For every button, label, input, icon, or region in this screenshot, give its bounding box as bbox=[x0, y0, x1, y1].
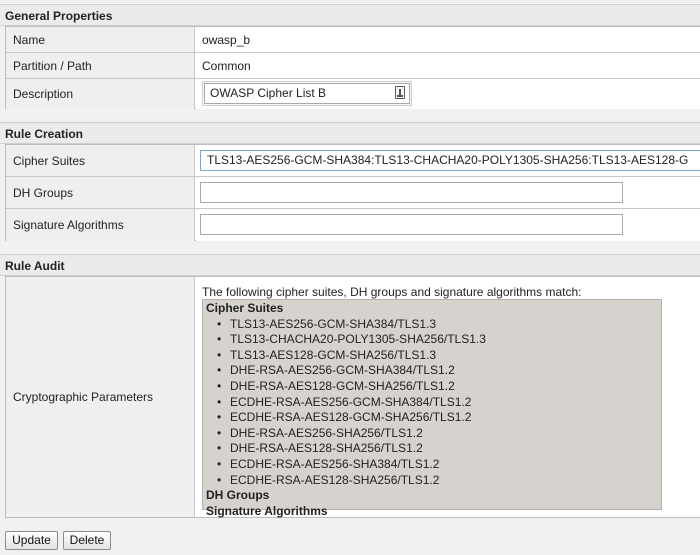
description-field-wrapper: OWASP Cipher List B bbox=[202, 81, 412, 106]
description-input[interactable]: OWASP Cipher List B bbox=[204, 83, 410, 104]
description-label: Description bbox=[6, 79, 195, 109]
signature-algorithms-cell bbox=[196, 209, 700, 241]
list-item: DHE-RSA-AES256-GCM-SHA384/TLS1.2 bbox=[206, 363, 658, 379]
list-item: TLS13-AES256-GCM-SHA384/TLS1.3 bbox=[206, 317, 658, 333]
cipher-suites-input[interactable]: TLS13-AES256-GCM-SHA384:TLS13-CHACHA20-P… bbox=[200, 150, 700, 171]
name-label: Name bbox=[6, 27, 195, 52]
list-item: DHE-RSA-AES256-SHA256/TLS1.2 bbox=[206, 426, 658, 442]
partition-value: Common bbox=[196, 53, 700, 78]
dh-groups-label: DH Groups bbox=[6, 177, 195, 208]
general-properties-header: General Properties bbox=[0, 4, 700, 26]
audit-intro-text: The following cipher suites, DH groups a… bbox=[202, 285, 582, 299]
cipher-suites-label: Cipher Suites bbox=[6, 145, 195, 176]
signature-algorithms-heading: Signature Algorithms bbox=[206, 503, 328, 518]
rule-audit-header: Rule Audit bbox=[0, 254, 700, 276]
cipher-suites-list: TLS13-AES256-GCM-SHA384/TLS1.3 TLS13-CHA… bbox=[206, 317, 658, 489]
partition-row: Partition / Path Common bbox=[6, 53, 700, 79]
delete-button[interactable]: Delete bbox=[63, 531, 111, 550]
audit-results-box: Cipher Suites TLS13-AES256-GCM-SHA384/TL… bbox=[202, 299, 662, 518]
list-item: TLS13-CHACHA20-POLY1305-SHA256/TLS1.3 bbox=[206, 332, 658, 348]
list-item: ECDHE-RSA-AES128-SHA256/TLS1.2 bbox=[206, 473, 658, 489]
dh-groups-heading: DH Groups bbox=[206, 488, 270, 503]
list-item: DHE-RSA-AES128-SHA256/TLS1.2 bbox=[206, 441, 658, 457]
rule-creation-header: Rule Creation bbox=[0, 122, 700, 144]
expand-edit-icon[interactable] bbox=[395, 86, 405, 99]
general-properties-table: Name owasp_b Partition / Path Common Des… bbox=[5, 26, 700, 109]
signature-algorithms-label: Signature Algorithms bbox=[6, 209, 195, 241]
crypto-params-row: Cryptographic Parameters The following c… bbox=[6, 277, 700, 518]
signature-algorithms-row: Signature Algorithms bbox=[6, 209, 700, 241]
cipher-suites-row: Cipher Suites TLS13-AES256-GCM-SHA384:TL… bbox=[6, 145, 700, 177]
list-item: ECDHE-RSA-AES256-GCM-SHA384/TLS1.2 bbox=[206, 395, 658, 411]
partition-label: Partition / Path bbox=[6, 53, 195, 78]
rule-creation-table: Cipher Suites TLS13-AES256-GCM-SHA384:TL… bbox=[5, 144, 700, 241]
description-cell: OWASP Cipher List B bbox=[196, 79, 700, 109]
signature-algorithms-input[interactable] bbox=[200, 214, 623, 235]
crypto-params-label: Cryptographic Parameters bbox=[6, 277, 195, 517]
rule-audit-table: Cryptographic Parameters The following c… bbox=[5, 276, 700, 518]
description-row: Description OWASP Cipher List B bbox=[6, 79, 700, 109]
cipher-suites-heading: Cipher Suites bbox=[206, 301, 284, 315]
dh-groups-cell bbox=[196, 177, 700, 208]
list-item: ECDHE-RSA-AES256-SHA384/TLS1.2 bbox=[206, 457, 658, 473]
crypto-params-cell: The following cipher suites, DH groups a… bbox=[196, 277, 700, 518]
name-value: owasp_b bbox=[196, 27, 700, 52]
list-item: DHE-RSA-AES128-GCM-SHA256/TLS1.2 bbox=[206, 379, 658, 395]
list-item: TLS13-AES128-GCM-SHA256/TLS1.3 bbox=[206, 348, 658, 364]
dh-groups-row: DH Groups bbox=[6, 177, 700, 209]
dh-groups-input[interactable] bbox=[200, 182, 623, 203]
cipher-suites-cell: TLS13-AES256-GCM-SHA384:TLS13-CHACHA20-P… bbox=[196, 145, 700, 176]
update-button[interactable]: Update bbox=[5, 531, 58, 550]
list-item: ECDHE-RSA-AES128-GCM-SHA256/TLS1.2 bbox=[206, 410, 658, 426]
name-row: Name owasp_b bbox=[6, 27, 700, 53]
